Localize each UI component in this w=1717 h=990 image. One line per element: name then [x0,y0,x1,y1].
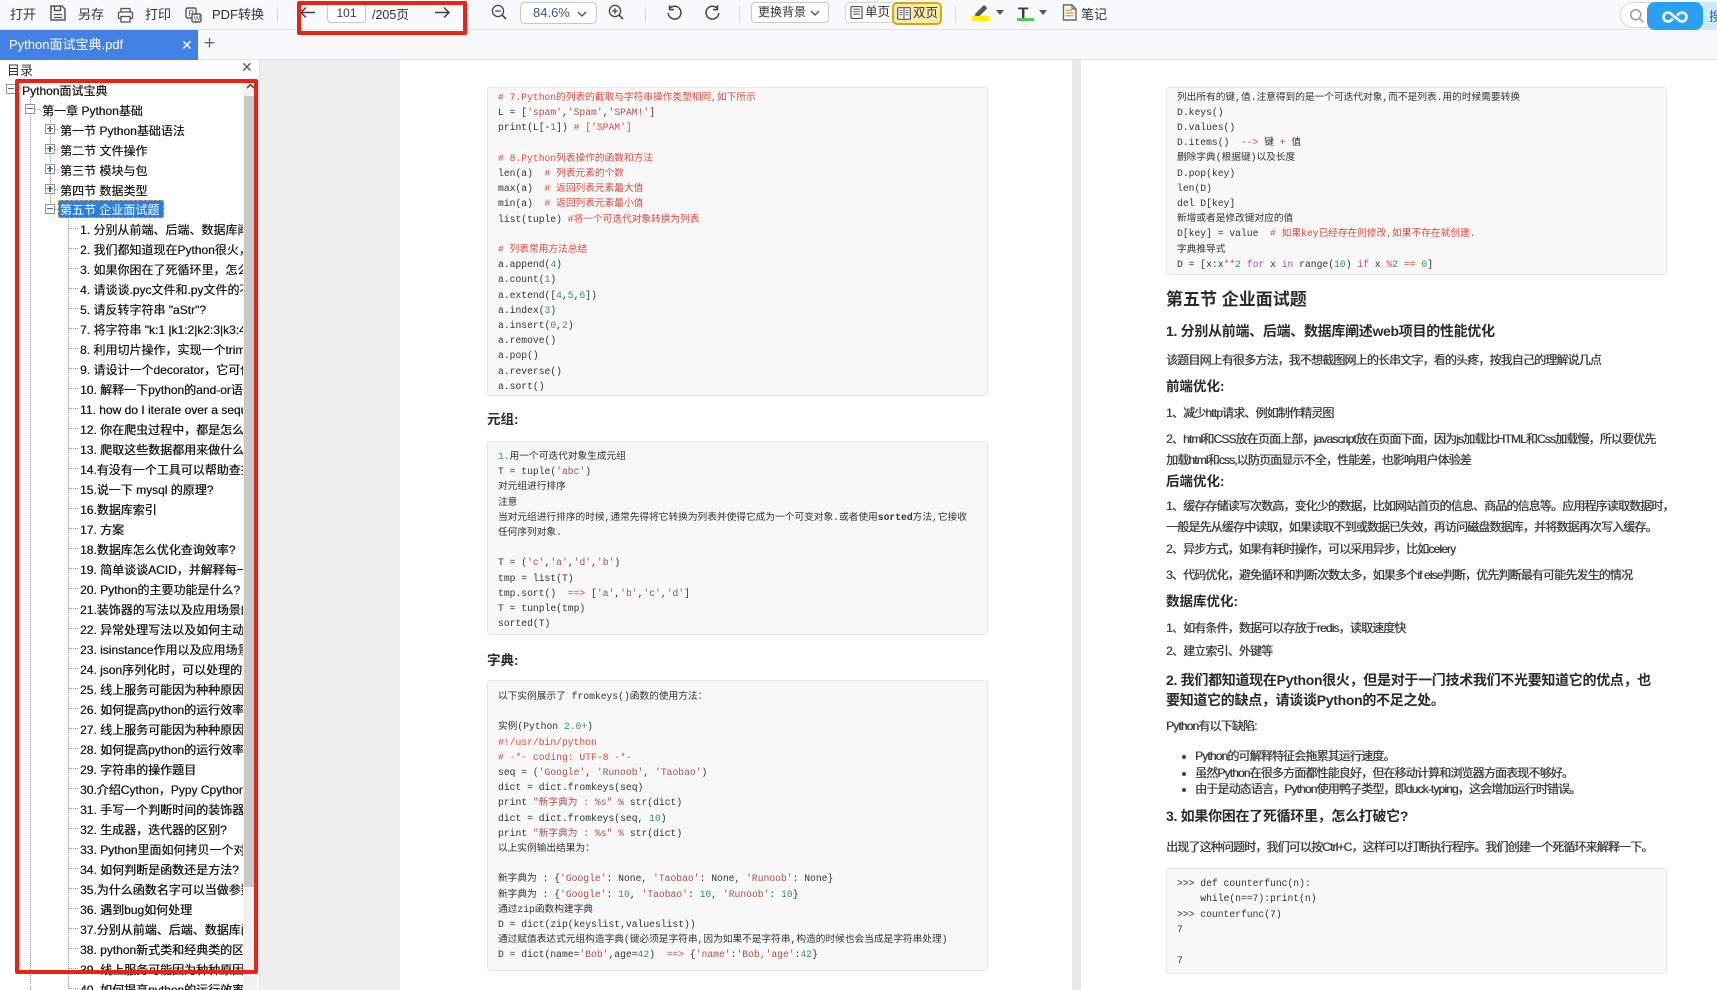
svg-text:W: W [194,16,201,23]
